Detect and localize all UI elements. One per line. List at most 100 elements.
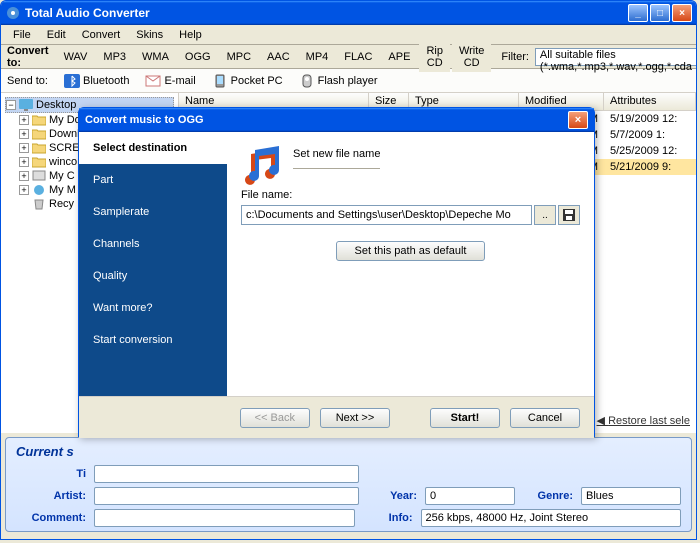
player-bar: ▶ ■ ◀◀ ▶▶ 🔊 (1, 536, 696, 540)
step-select-destination[interactable]: Select destination (79, 132, 227, 164)
tree-toggle-icon[interactable]: + (19, 129, 29, 139)
tree-toggle-icon[interactable]: + (19, 115, 29, 125)
divider (293, 168, 380, 169)
next-button[interactable]: Next >> (320, 408, 390, 428)
minimize-button[interactable]: _ (628, 4, 648, 22)
maximize-button[interactable]: □ (650, 4, 670, 22)
filename-input[interactable] (241, 205, 532, 225)
window-title: Total Audio Converter (25, 6, 628, 20)
format-ape[interactable]: APE (381, 48, 417, 66)
artist-label: Artist: (16, 490, 86, 502)
format-flac[interactable]: FLAC (337, 48, 379, 66)
title-label: Ti (16, 468, 86, 480)
format-ogg[interactable]: OGG (178, 48, 218, 66)
save-icon-button[interactable] (558, 205, 580, 225)
tree-toggle-icon[interactable]: − (6, 100, 16, 110)
menu-file[interactable]: File (5, 27, 39, 43)
menu-help[interactable]: Help (171, 27, 210, 43)
filter-select[interactable]: All suitable files (*.wma,*.mp3,*.wav,*.… (535, 48, 697, 66)
title-value (94, 465, 359, 483)
format-mp3[interactable]: MP3 (96, 48, 133, 66)
tree-label: SCRE (49, 142, 80, 154)
back-button: << Back (240, 408, 310, 428)
menu-edit[interactable]: Edit (39, 27, 74, 43)
year-label: Year: (367, 490, 417, 502)
sendto-bluetooth[interactable]: Bluetooth (60, 72, 133, 90)
sendto-label: Send to: (7, 75, 48, 87)
tree-label: Desktop (36, 99, 76, 111)
sendto-label-text: Pocket PC (231, 75, 283, 87)
tree-toggle-icon[interactable]: + (19, 171, 29, 181)
dialog-content: Set new file name File name: .. Set this… (227, 132, 594, 396)
menubar: File Edit Convert Skins Help (1, 25, 696, 45)
start-button[interactable]: Start! (430, 408, 500, 428)
step-samplerate[interactable]: Samplerate (79, 196, 227, 228)
music-note-icon (241, 146, 283, 188)
step-start[interactable]: Start conversion (79, 324, 227, 356)
desktop-icon (19, 99, 33, 111)
tree-toggle-icon (19, 199, 29, 209)
filter-label: Filter: (501, 51, 529, 63)
sendto-label-text: E-mail (164, 75, 195, 87)
bluetooth-icon (64, 74, 80, 88)
sendto-label-text: Flash player (318, 75, 378, 87)
format-wav[interactable]: WAV (57, 48, 95, 66)
comment-label: Comment: (16, 512, 86, 524)
sendto-label-text: Bluetooth (83, 75, 129, 87)
sendto-toolbar: Send to: Bluetooth E-mail Pocket PC Flas… (1, 69, 696, 93)
tree-toggle-icon[interactable]: + (19, 185, 29, 195)
app-icon (5, 5, 21, 21)
dialog-heading: Set new file name (293, 148, 380, 160)
computer-icon (32, 170, 46, 182)
menu-skins[interactable]: Skins (128, 27, 171, 43)
tree-toggle-icon[interactable]: + (19, 143, 29, 153)
titlebar: Total Audio Converter _ □ × (1, 1, 696, 25)
format-mpc[interactable]: MPC (220, 48, 258, 66)
folder-icon (32, 156, 46, 168)
dialog-titlebar: Convert music to OGG × (79, 108, 594, 132)
artist-value (94, 487, 359, 505)
folder-icon (32, 114, 46, 126)
filename-label: File name: (241, 189, 580, 201)
set-default-path-button[interactable]: Set this path as default (336, 241, 486, 261)
dialog-footer: << Back Next >> Start! Cancel (79, 396, 594, 438)
sendto-email[interactable]: E-mail (141, 72, 199, 90)
sendto-flash[interactable]: Flash player (295, 72, 382, 90)
step-quality[interactable]: Quality (79, 260, 227, 292)
dialog-title: Convert music to OGG (85, 114, 204, 126)
pocketpc-icon (212, 74, 228, 88)
recycle-icon (32, 198, 46, 210)
info-value: 256 kbps, 48000 Hz, Joint Stereo (421, 509, 682, 527)
floppy-icon (563, 209, 575, 221)
col-attributes[interactable]: Attributes (604, 93, 696, 110)
step-wantmore[interactable]: Want more? (79, 292, 227, 324)
restore-selection-link[interactable]: Restore last sele (597, 414, 690, 427)
tree-label: Recy (49, 198, 74, 210)
current-title: Current s (16, 444, 681, 459)
current-selection-panel: Current s Ti Artist: Year: 0 Genre: Blue… (5, 437, 692, 532)
tree-toggle-icon[interactable]: + (19, 157, 29, 167)
year-value: 0 (425, 487, 515, 505)
format-wma[interactable]: WMA (135, 48, 176, 66)
browse-button[interactable]: .. (534, 205, 556, 225)
flash-icon (299, 74, 315, 88)
comment-value (94, 509, 355, 527)
format-aac[interactable]: AAC (260, 48, 297, 66)
step-part[interactable]: Part (79, 164, 227, 196)
format-writecd[interactable]: Write CD (452, 42, 491, 72)
cancel-button[interactable]: Cancel (510, 408, 580, 428)
info-label: Info: (363, 512, 413, 524)
tree-label: My M (49, 184, 76, 196)
sendto-pocketpc[interactable]: Pocket PC (208, 72, 287, 90)
menu-convert[interactable]: Convert (74, 27, 129, 43)
tree-label: My C (49, 170, 75, 182)
format-ripcd[interactable]: Rip CD (419, 42, 450, 72)
network-icon (32, 184, 46, 196)
close-button[interactable]: × (672, 4, 692, 22)
step-channels[interactable]: Channels (79, 228, 227, 260)
format-mp4[interactable]: MP4 (299, 48, 336, 66)
dialog-body: Select destination Part Samplerate Chann… (79, 132, 594, 396)
folder-icon (32, 128, 46, 140)
dialog-close-button[interactable]: × (568, 111, 588, 129)
dialog-steps-sidebar: Select destination Part Samplerate Chann… (79, 132, 227, 396)
